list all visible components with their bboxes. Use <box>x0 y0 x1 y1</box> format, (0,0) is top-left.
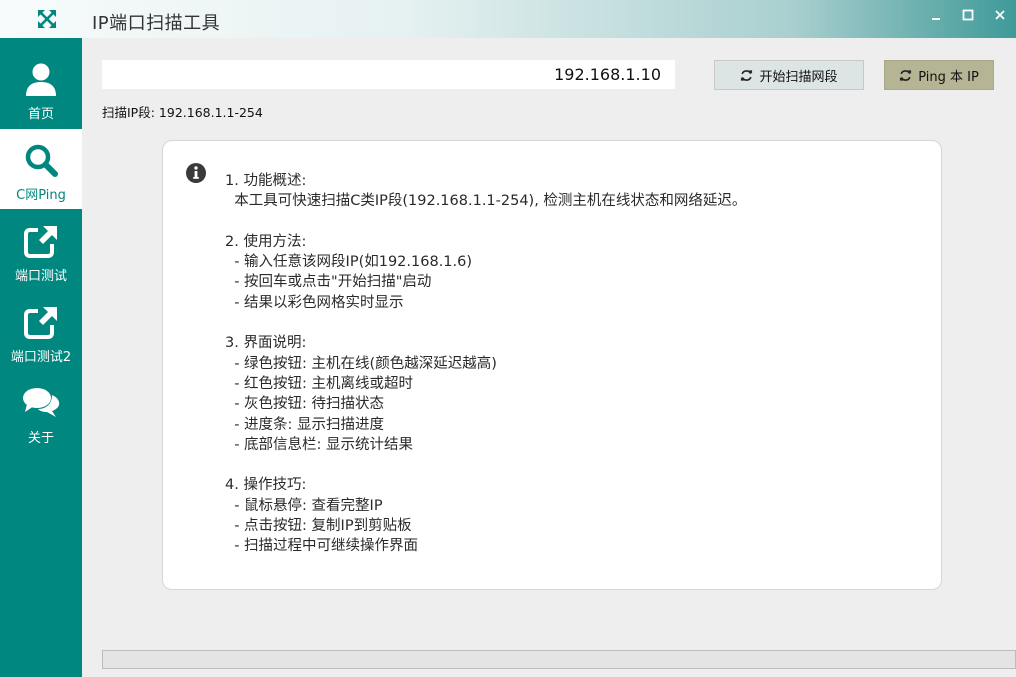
maximize-button[interactable] <box>954 4 982 26</box>
external-link-icon <box>24 307 57 339</box>
sidebar-item-label: 关于 <box>27 431 54 446</box>
start-scan-button[interactable]: 开始扫描网段 <box>714 60 864 90</box>
chat-bubbles-icon <box>23 388 60 417</box>
window-title: IP端口扫描工具 <box>92 13 221 34</box>
sidebar-item-port-test-2[interactable]: 端口测试2 <box>0 291 82 371</box>
sidebar-item-port-test[interactable]: 端口测试 <box>0 210 82 290</box>
title-bar[interactable]: IP端口扫描工具 <box>0 0 1016 38</box>
refresh-icon <box>900 69 912 81</box>
minimize-button[interactable] <box>922 4 950 26</box>
expand-arrows-icon <box>38 10 56 28</box>
sidebar: 首页 C网Ping 端口测试 端口测试2 关于 <box>0 38 82 677</box>
start-scan-label: 开始扫描网段 <box>759 69 838 85</box>
minimize-icon <box>932 18 940 20</box>
sidebar-item-home[interactable]: 首页 <box>0 48 82 128</box>
sidebar-item-label: C网Ping <box>16 188 66 203</box>
ping-ip-label: Ping 本 IP <box>918 69 979 85</box>
sidebar-item-about[interactable]: 关于 <box>0 372 82 452</box>
info-icon <box>186 163 206 183</box>
refresh-icon <box>741 69 753 81</box>
scan-range-label: 扫描IP段: 192.168.1.1-254 <box>102 105 263 120</box>
help-text: 1. 功能概述: 本工具可快速扫描C类IP段(192.168.1.1-254),… <box>225 173 747 555</box>
sidebar-item-label: 首页 <box>27 107 54 122</box>
scan-progress-bar <box>102 650 1016 669</box>
sidebar-item-label: 端口测试 <box>14 269 67 284</box>
ip-input[interactable] <box>102 60 675 89</box>
close-icon <box>995 10 1005 20</box>
maximize-icon <box>962 9 974 21</box>
user-icon <box>26 63 56 96</box>
help-card: 1. 功能概述: 本工具可快速扫描C类IP段(192.168.1.1-254),… <box>162 140 942 590</box>
sidebar-item-label: 端口测试2 <box>10 350 72 365</box>
ping-ip-button[interactable]: Ping 本 IP <box>884 60 994 90</box>
external-link-icon <box>24 226 57 258</box>
sidebar-item-cnet-ping[interactable]: C网Ping <box>0 129 82 209</box>
search-icon <box>25 144 58 177</box>
close-button[interactable] <box>986 4 1014 26</box>
